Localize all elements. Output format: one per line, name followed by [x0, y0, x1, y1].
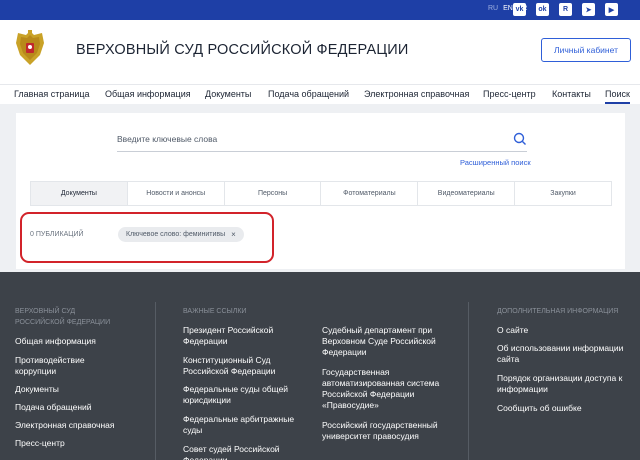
tab-procurement[interactable]: Закупки — [515, 182, 611, 205]
footer-link-pravosudie[interactable]: Государственная автоматизированная систе… — [322, 367, 442, 411]
telegram-icon[interactable]: ➤ — [582, 3, 595, 16]
top-bar: RU EN FR vk ok R ➤ ▶ — [0, 0, 640, 20]
footer-heading-links: ВАЖНЫЕ ССЫЛКИ — [183, 308, 247, 315]
tab-news[interactable]: Новости и анонсы — [128, 182, 225, 205]
nav-item-appeals[interactable]: Подача обращений — [268, 89, 349, 99]
footer-heading-extra-info: ДОПОЛНИТЕЛЬНАЯ ИНФОРМАЦИЯ — [497, 308, 619, 315]
footer-link-constitutional-court[interactable]: Конституционный Суд Российской Федерации — [183, 355, 301, 377]
search-input[interactable] — [117, 127, 527, 152]
tab-persons[interactable]: Персоны — [225, 182, 322, 205]
footer-link-appeals[interactable]: Подача обращений — [15, 402, 92, 413]
nav-item-contacts[interactable]: Контакты — [552, 89, 591, 99]
lang-ru[interactable]: RU — [488, 5, 498, 12]
nav-item-press-center[interactable]: Пресс-центр — [483, 89, 536, 99]
highlight-annotation — [20, 212, 274, 263]
footer-link-anticorruption[interactable]: Противодействие коррупции — [15, 355, 125, 377]
footer-link-access-order[interactable]: Порядок организации доступа к информации — [497, 373, 632, 395]
ok-icon[interactable]: ok — [536, 3, 549, 16]
footer-link-about-site[interactable]: О сайте — [497, 325, 528, 336]
site-title[interactable]: ВЕРХОВНЫЙ СУД РОССИЙСКОЙ ФЕДЕРАЦИИ — [76, 42, 409, 58]
advanced-search-link[interactable]: Расширенный поиск — [460, 158, 531, 167]
personal-cabinet-button[interactable]: Личный кабинет — [541, 38, 631, 62]
tab-photos[interactable]: Фотоматериалы — [321, 182, 419, 205]
nav-item-e-reference[interactable]: Электронная справочная — [364, 89, 469, 99]
search-panel: Расширенный поиск Документы Новости и ан… — [16, 113, 625, 269]
footer-link-documents[interactable]: Документы — [15, 384, 59, 395]
vk-icon[interactable]: vk — [513, 3, 526, 16]
footer-link-president[interactable]: Президент Российской Федерации — [183, 325, 301, 347]
footer-divider — [155, 302, 156, 460]
footer-link-report-error[interactable]: Сообщить об ошибке — [497, 403, 582, 414]
tab-videos[interactable]: Видеоматериалы — [418, 182, 516, 205]
social-links: vk ok R ➤ ▶ — [513, 3, 618, 16]
nav-item-home[interactable]: Главная страница — [14, 89, 90, 99]
footer-link-press-center[interactable]: Пресс-центр — [15, 438, 65, 449]
nav-item-general-info[interactable]: Общая информация — [105, 89, 191, 99]
footer-link-general-courts[interactable]: Федеральные суды общей юрисдикции — [183, 384, 301, 406]
footer-link-e-reference[interactable]: Электронная справочная — [15, 420, 114, 431]
nav-item-search[interactable]: Поиск — [605, 89, 630, 104]
coat-of-arms-icon[interactable] — [14, 29, 46, 69]
footer-divider — [468, 302, 469, 460]
youtube-icon[interactable]: ▶ — [605, 3, 618, 16]
main-nav: Главная страница Общая информация Докуме… — [0, 84, 640, 104]
footer-link-general-info[interactable]: Общая информация — [15, 336, 96, 347]
footer-heading-court: ВЕРХОВНЫЙ СУД РОССИЙСКОЙ ФЕДЕРАЦИИ — [15, 308, 111, 326]
tab-documents[interactable]: Документы — [31, 182, 128, 205]
footer-link-judges-council[interactable]: Совет судей Российской Федерации — [183, 444, 301, 460]
footer-link-judicial-department[interactable]: Судебный департамент при Верховном Суде … — [322, 325, 452, 358]
footer-link-info-usage[interactable]: Об использовании информации сайта — [497, 343, 632, 365]
site-header: ВЕРХОВНЫЙ СУД РОССИЙСКОЙ ФЕДЕРАЦИИ Личны… — [0, 20, 640, 104]
lang-en[interactable]: EN — [503, 5, 513, 12]
footer-link-justice-university[interactable]: Российский государственный университет п… — [322, 420, 442, 442]
search-tabs: Документы Новости и анонсы Персоны Фотом… — [30, 181, 612, 206]
site-footer: ВЕРХОВНЫЙ СУД РОССИЙСКОЙ ФЕДЕРАЦИИ Общая… — [0, 272, 640, 460]
rutube-icon[interactable]: R — [559, 3, 572, 16]
nav-item-documents[interactable]: Документы — [205, 89, 251, 99]
footer-link-arbitration-courts[interactable]: Федеральные арбитражные суды — [183, 414, 301, 436]
search-icon[interactable] — [513, 132, 527, 146]
